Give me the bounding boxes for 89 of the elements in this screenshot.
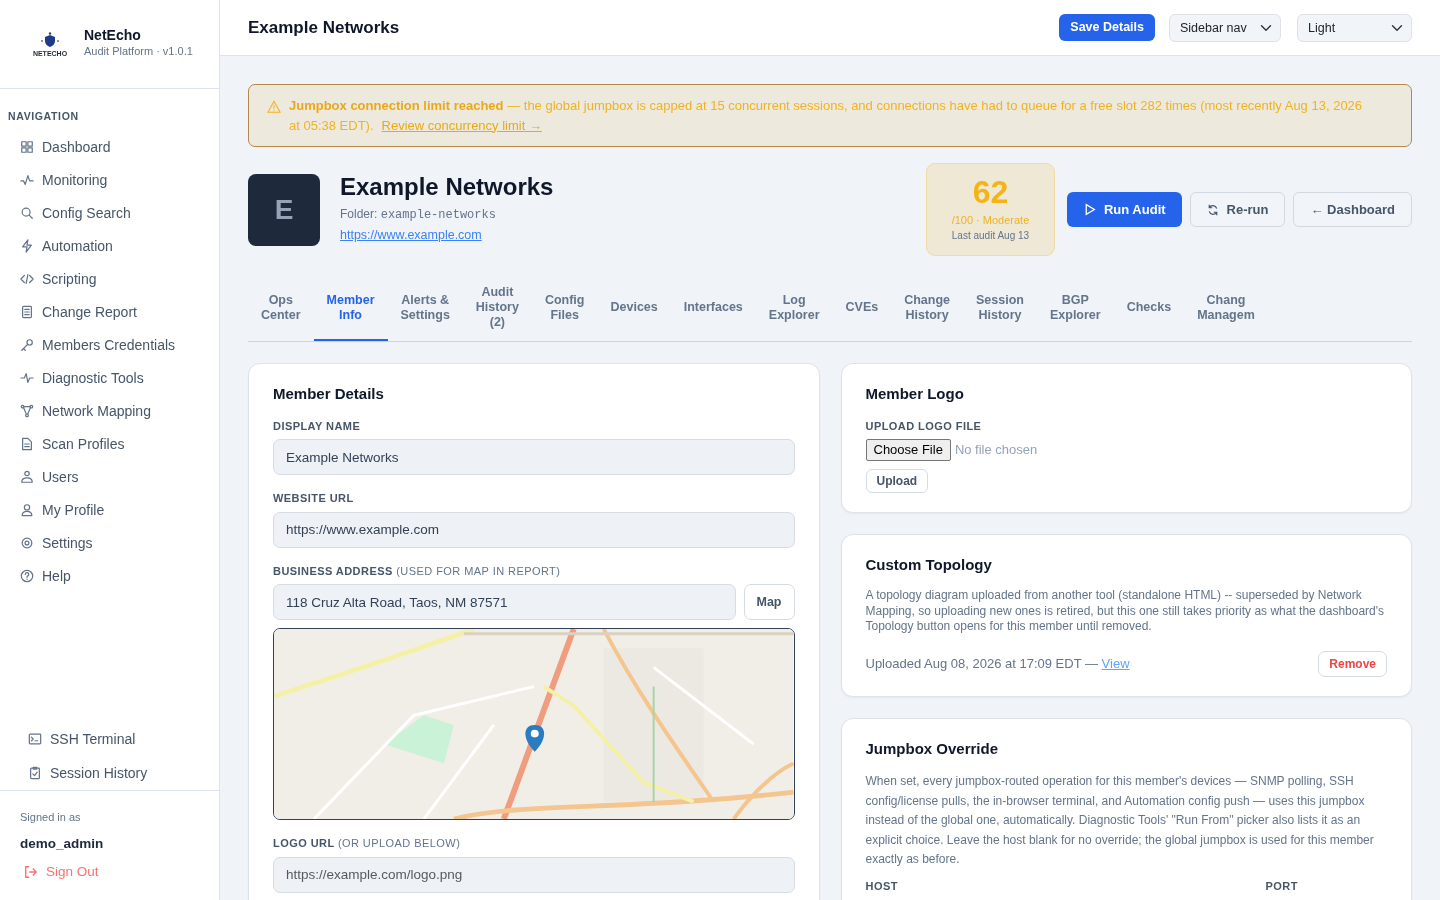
warning-icon [267, 100, 281, 114]
upload-button[interactable]: Upload [865, 468, 929, 493]
description-text: When set, every jumpbox-routed operation for this member's devices — SNMP polling, SSH config/license pulls, the in-browser terminal, and Automation config push — uses this jumpbox instead of the global one, automatically. Diagnostic Tools' "Run From" picker also lists it as an explicit choice. Leave the host blank for no override; the global jumpbox is used for this member exactly as before. [865, 773, 1375, 869]
nav-item[interactable]: Change Report [0, 295, 219, 329]
field-label: LOGO URL (OR UPLOAD BELOW) [273, 836, 462, 851]
tab[interactable]: Audit History (2) [462, 276, 532, 341]
nav-heading: NAVIGATION [7, 109, 80, 124]
card-title: Member Details [273, 384, 385, 404]
pulse-icon [20, 371, 34, 386]
warning-text: Jumpbox connection limit reached — the global jumpbox is capped at 15 concurrent sessions, and connections have had to queue for a free slot 282 times (most recently Aug 13, 2026 at 05:38 EDT). Review concurrency limit → [289, 97, 1364, 135]
nav-item[interactable]: SSH Terminal [0, 722, 219, 756]
input-field[interactable]: Example Networks [273, 439, 795, 475]
rerun-button[interactable]: Re-run [1189, 191, 1286, 228]
dashboard-button[interactable]: ← Dashboard [1293, 191, 1412, 228]
nav-item[interactable]: Session History [0, 756, 219, 790]
nav-item[interactable]: Members Credentials [0, 328, 219, 362]
nav-item[interactable]: Dashboard [0, 130, 219, 164]
score-card: 62 /100 · Moderate Last audit Aug 13 [925, 163, 1055, 256]
grid-icon [20, 140, 34, 155]
tab[interactable]: Member Info [313, 276, 388, 341]
card-title: Jumpbox Override [865, 738, 1000, 759]
tab[interactable]: Chang Managem [1184, 276, 1268, 341]
nav-item[interactable]: Scripting [0, 262, 219, 296]
users-icon [20, 470, 34, 485]
key-icon [20, 338, 34, 353]
nav-item[interactable]: Diagnostic Tools [0, 361, 219, 395]
input-field[interactable]: https://www.example.com [273, 511, 795, 548]
nav-item[interactable]: Users [0, 460, 219, 494]
file-input[interactable]: Choose File No file chosen [865, 439, 1387, 461]
nav-item[interactable]: Help [0, 559, 219, 593]
run-audit-button[interactable]: Run Audit [1066, 191, 1182, 228]
page-title: Example Networks [248, 16, 400, 39]
settings-icon [20, 536, 34, 551]
refresh-icon [1206, 203, 1219, 216]
tab[interactable]: Config Files [531, 276, 598, 341]
tab[interactable]: Devices [597, 276, 671, 341]
help-icon [20, 569, 34, 584]
field-label: HOST [865, 879, 899, 894]
document-icon [20, 437, 34, 452]
tab[interactable]: CVEs [832, 276, 892, 341]
sign-out-icon [24, 864, 38, 879]
nav-item[interactable]: My Profile [0, 493, 219, 527]
layout-select[interactable]: Sidebar nav [1169, 13, 1281, 42]
tab[interactable]: Change History [891, 276, 963, 341]
user-icon [20, 503, 34, 518]
member-name: Example Networks [340, 174, 554, 201]
upload-info: Uploaded Aug 08, 2026 at 17:09 EDT — View [865, 655, 1130, 674]
pulse-icon [20, 173, 34, 188]
nav-item[interactable]: Automation [0, 229, 219, 263]
search-icon [20, 206, 34, 221]
description-text: A topology diagram uploaded from another tool (standalone HTML) -- superseded by Network Mapping, so uploading new ones is retired, but this one still takes priority as what the dashboard's Topology button opens for this member until removed. [865, 588, 1386, 635]
theme-select[interactable]: Light [1297, 13, 1412, 42]
tab[interactable]: Interfaces [670, 276, 756, 341]
tab[interactable]: Checks [1113, 276, 1185, 341]
save-button[interactable]: Save Details [1059, 14, 1155, 41]
input-field[interactable]: 118 Cruz Alta Road, Taos, NM 87571 [273, 584, 736, 620]
tab[interactable]: Alerts & Settings [387, 276, 463, 341]
nav-item[interactable]: Scan Profiles [0, 427, 219, 461]
app-name: NetEcho [84, 28, 142, 44]
code-icon [20, 272, 34, 287]
folder-text: Folder: example-networks [340, 205, 497, 224]
lightning-icon [20, 239, 34, 254]
field-label: PORT [1265, 879, 1298, 894]
nav-item[interactable]: Monitoring [0, 163, 219, 197]
remove-button[interactable]: Remove [1318, 650, 1387, 677]
username: demo_admin [20, 834, 105, 853]
field-label: BUSINESS ADDRESS (USED FOR MAP IN REPORT) [273, 563, 562, 579]
card-title: Member Logo [865, 384, 965, 404]
nav-item[interactable]: Settings [0, 526, 219, 560]
app-version: Audit Platform · v1.0.1 [84, 44, 193, 60]
shield-icon [40, 31, 60, 50]
field-label: UPLOAD LOGO FILE [865, 418, 983, 434]
nav-item[interactable]: Network Mapping [0, 394, 219, 428]
signed-in-label: Signed in as [20, 810, 82, 825]
terminal-icon [28, 732, 42, 746]
field-label: WEBSITE URL [273, 491, 355, 506]
nav-item[interactable]: Config Search [0, 196, 219, 230]
tab[interactable]: Log Explorer [755, 276, 833, 341]
field-label: DISPLAY NAME [273, 418, 362, 434]
tab[interactable]: Ops Center [248, 276, 314, 341]
clipboard-icon [28, 766, 42, 780]
tab[interactable]: Session History [963, 276, 1037, 341]
member-avatar: E [248, 173, 320, 246]
input-field[interactable]: https://example.com/logo.png [273, 856, 795, 893]
card-title: Custom Topology [865, 554, 993, 575]
document-icon [20, 305, 34, 320]
network-icon [20, 404, 34, 419]
tab[interactable]: BGP Explorer [1036, 276, 1114, 341]
map-button[interactable]: Map [743, 584, 795, 620]
